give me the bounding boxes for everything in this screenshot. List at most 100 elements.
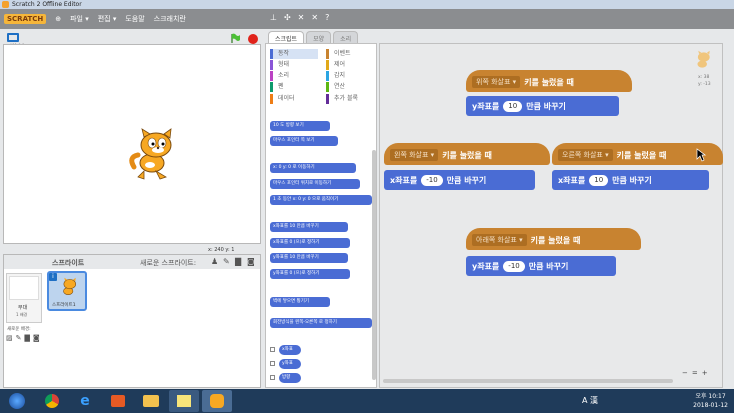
reporter-checkbox[interactable] <box>270 347 275 352</box>
mouse-cursor-icon <box>696 148 706 162</box>
value-input[interactable]: -10 <box>503 260 525 272</box>
paint-sprite-icon[interactable]: ✎ <box>223 257 230 266</box>
palette-block[interactable]: x좌표를 0 (으)로 정하기 <box>270 238 350 248</box>
shrink-icon[interactable]: ✕ <box>311 13 318 22</box>
info-icon[interactable]: i <box>49 273 57 281</box>
fullscreen-icon[interactable] <box>7 33 19 42</box>
palette-block[interactable]: 1 초 동안 x: 0 y: 0 으로 움직이기 <box>270 195 372 205</box>
upload-sprite-icon[interactable]: ▇ <box>235 257 241 266</box>
taskbar-chrome[interactable] <box>37 390 67 412</box>
palette-block[interactable]: 벽에 닿으면 튕기기 <box>270 297 330 307</box>
move-suffix: 만큼 바꾸기 <box>446 175 487 185</box>
move-block-left-arrow[interactable]: x좌표를 -10 만큼 바꾸기 <box>384 170 535 190</box>
stage-header: v461.0.1 <box>0 30 263 48</box>
taskbar-explorer[interactable] <box>136 390 166 412</box>
category-4[interactable]: 소리 <box>270 71 318 81</box>
menu-file[interactable]: 파일 ▾ <box>70 14 89 24</box>
palette-block[interactable]: 마우스 포인터 위치로 이동하기 <box>270 179 360 189</box>
palette-block[interactable]: 마우스 포인터 쪽 보기 <box>270 136 338 146</box>
stage-canvas[interactable] <box>3 44 261 244</box>
backdrop-library-icon[interactable]: ▨ <box>6 334 13 342</box>
taskbar-media[interactable] <box>103 390 133 412</box>
tray-time[interactable]: 오후 10:17 <box>693 392 728 401</box>
category-3[interactable]: 제어 <box>326 60 374 70</box>
script-area[interactable]: x: 38 y: -13 <box>379 43 723 388</box>
value-input[interactable]: 10 <box>503 100 523 112</box>
zoom-controls: − = + <box>682 369 708 377</box>
hat-block-down-arrow[interactable]: 아래쪽 화살표 ▾ 키를 눌렀을 때 <box>466 228 641 250</box>
key-dropdown[interactable]: 왼쪽 화살표 ▾ <box>390 149 439 161</box>
category-0[interactable]: 동작 <box>270 49 318 59</box>
sprite-pane-header: 스프라이트 새로운 스프라이트: ♟ ✎ ▇ ◙ <box>4 255 260 269</box>
key-dropdown[interactable]: 오른쪽 화살표 ▾ <box>558 149 613 161</box>
palette-block[interactable]: 10 도 방향 보기 <box>270 121 330 131</box>
app-window: Scratch 2 Offline Editor SCRATCH ⊕ 파일 ▾ … <box>0 0 734 413</box>
palette-block[interactable]: 회전방식을 왼쪽-오른쪽 로 정하기 <box>270 318 372 328</box>
zoom-out-button[interactable]: − <box>682 369 688 377</box>
upload-backdrop-icon[interactable]: ▇ <box>25 334 30 342</box>
stop-icon[interactable] <box>248 34 258 44</box>
palette-block[interactable]: x: 0 y: 0 로 이동하기 <box>270 163 356 173</box>
duplicate-icon[interactable]: ⊥ <box>270 13 277 22</box>
ime-indicator[interactable]: A 漢 <box>582 395 598 406</box>
script-area-scrollbar[interactable] <box>383 379 673 383</box>
help-icon[interactable]: ? <box>325 13 329 22</box>
category-2[interactable]: 형태 <box>270 60 318 70</box>
move-block-right-arrow[interactable]: x좌표를 10 만큼 바꾸기 <box>552 170 709 190</box>
cut-icon[interactable]: ✣ <box>284 13 291 22</box>
category-7[interactable]: 연산 <box>326 82 374 92</box>
sprite-info-cat <box>697 50 710 68</box>
reporter-block[interactable]: 방향 <box>279 373 301 383</box>
sprite-y-readout: y: -13 <box>698 82 711 87</box>
taskbar-ie[interactable]: e <box>70 390 100 412</box>
palette-scrollbar[interactable] <box>372 150 376 380</box>
menu-help[interactable]: 도움말 <box>125 14 144 24</box>
zoom-reset-button[interactable]: = <box>692 369 698 377</box>
stage-thumb-name: 무대 <box>18 305 28 311</box>
zoom-in-button[interactable]: + <box>702 369 708 377</box>
move-block-down-arrow[interactable]: y좌표를 -10 만큼 바꾸기 <box>466 256 616 276</box>
palette-block[interactable]: y좌표를 0 (으)로 정하기 <box>270 269 350 279</box>
reporter-checkbox[interactable] <box>270 375 275 380</box>
green-flag-icon[interactable] <box>230 33 241 44</box>
move-block-up-arrow[interactable]: y좌표를 10 만큼 바꾸기 <box>466 96 619 116</box>
windows-logo-icon <box>9 393 25 409</box>
category-6[interactable]: 펜 <box>270 82 318 92</box>
reporter-block[interactable]: x좌표 <box>279 345 301 355</box>
palette-block[interactable]: y좌표를 10 만큼 바꾸기 <box>270 253 348 263</box>
camera-sprite-icon[interactable]: ◙ <box>247 257 255 266</box>
palette-block[interactable]: x좌표를 10 만큼 바꾸기 <box>270 222 348 232</box>
stage-thumb[interactable]: 무대 1 배경 <box>6 273 42 323</box>
key-dropdown[interactable]: 위쪽 화살표 ▾ <box>472 76 521 88</box>
category-1[interactable]: 이벤트 <box>326 49 374 59</box>
move-label: x좌표를 <box>390 175 418 185</box>
menu-bar: SCRATCH ⊕ 파일 ▾ 편집 ▾ 도움말 스크래치란 <box>0 9 734 29</box>
grow-icon[interactable]: ✕ <box>298 13 305 22</box>
start-button[interactable] <box>0 390 34 412</box>
menu-edit[interactable]: 편집 ▾ <box>98 14 117 24</box>
paint-backdrop-icon[interactable]: ✎ <box>16 334 22 342</box>
hat-block-left-arrow[interactable]: 왼쪽 화살표 ▾ 키를 눌렀을 때 <box>384 143 550 165</box>
tray-date[interactable]: 2018-01-12 <box>693 401 728 410</box>
value-input[interactable]: -10 <box>421 174 443 186</box>
taskbar-scratch[interactable] <box>202 390 232 412</box>
reporter-checkbox[interactable] <box>270 361 275 366</box>
scratch-logo[interactable]: SCRATCH <box>4 14 47 24</box>
sprite-thumb-selected[interactable]: i 스프라이트1 <box>47 271 87 311</box>
scratch-icon <box>210 394 224 408</box>
category-9[interactable]: 추가 블록 <box>326 94 374 104</box>
taskbar-sticky[interactable] <box>169 390 199 412</box>
globe-icon[interactable]: ⊕ <box>55 15 61 23</box>
cat-sprite[interactable] <box>126 127 182 183</box>
sprites-label: 스프라이트 <box>52 259 85 267</box>
menu-about[interactable]: 스크래치란 <box>154 14 186 24</box>
reporter-block[interactable]: y좌표 <box>279 359 301 369</box>
value-input[interactable]: 10 <box>589 174 609 186</box>
sprite-library-icon[interactable]: ♟ <box>211 257 218 266</box>
camera-backdrop-icon[interactable]: ◙ <box>33 334 40 342</box>
category-8[interactable]: 데이터 <box>270 94 318 104</box>
move-label: x좌표를 <box>558 175 586 185</box>
key-dropdown[interactable]: 아래쪽 화살표 ▾ <box>472 234 527 246</box>
hat-block-up-arrow[interactable]: 위쪽 화살표 ▾ 키를 눌렀을 때 <box>466 70 632 92</box>
category-5[interactable]: 감지 <box>326 71 374 81</box>
